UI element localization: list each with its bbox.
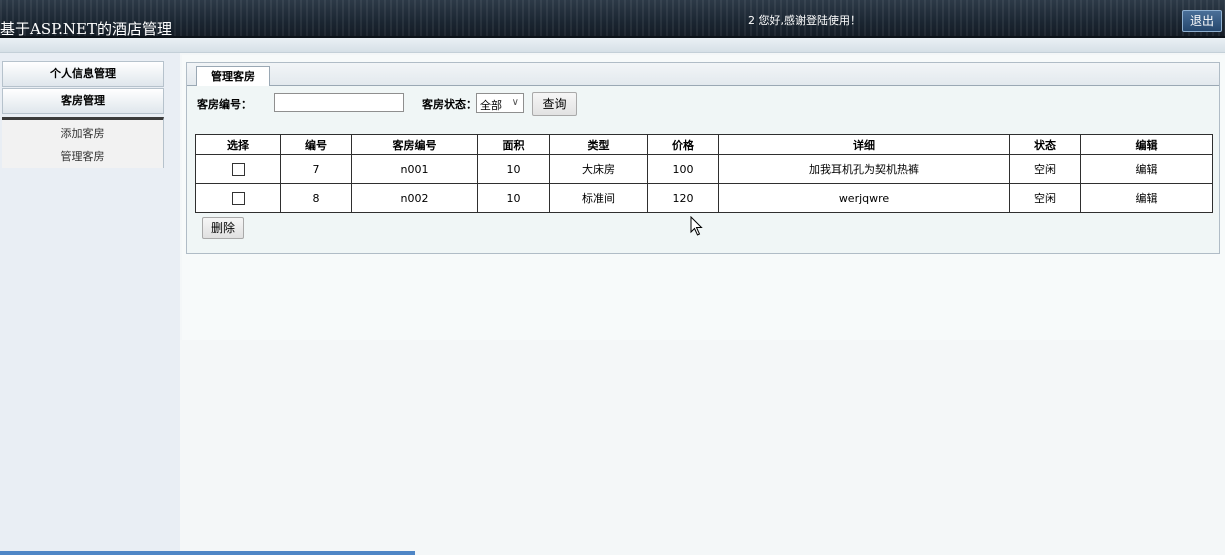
welcome-message: 2 您好,感谢登陆使用！ [748,14,861,27]
top-header: 基于ASP.NET的酒店管理 2 您好,感谢登陆使用！ 退出 [0,0,1225,38]
row-edit-link[interactable]: 编辑 [1080,154,1213,184]
row-id: 8 [280,183,352,213]
column-header-id: 编号 [280,134,352,155]
header-subbar [0,38,1225,53]
table-row: 7 n001 10 大床房 100 加我耳机孔为契机热裤 空闲 编辑 [195,154,1213,184]
row-checkbox[interactable] [231,162,245,176]
row-price: 100 [647,154,719,184]
row-area: 10 [477,154,550,184]
row-detail: werjqwre [718,183,1010,213]
row-area: 10 [477,183,550,213]
mouse-pointer-icon [690,216,703,236]
row-select-cell [195,183,281,213]
sidebar-section-personal-info[interactable]: 个人信息管理 [2,61,164,87]
column-header-price: 价格 [647,134,719,155]
sidebar-item-manage-rooms[interactable]: 管理客房 [2,148,163,164]
sidebar: 个人信息管理 客房管理 添加客房 管理客房 [0,53,180,555]
row-type: 大床房 [549,154,648,184]
column-header-select: 选择 [195,134,281,155]
column-header-detail: 详细 [718,134,1010,155]
room-status-select[interactable]: 全部 ∨ [476,93,524,113]
table-row: 8 n002 10 标准间 120 werjqwre 空闲 编辑 [195,183,1213,213]
column-header-status: 状态 [1009,134,1081,155]
row-price: 120 [647,183,719,213]
logout-button[interactable]: 退出 [1182,10,1222,32]
column-header-area: 面积 [477,134,550,155]
room-number-label: 客房编号： [197,98,252,111]
row-id: 7 [280,154,352,184]
row-checkbox[interactable] [231,191,245,205]
sidebar-submenu: 添加客房 管理客房 [2,117,164,168]
row-type: 标准间 [549,183,648,213]
sidebar-section-room-management[interactable]: 客房管理 [2,88,164,114]
column-header-type: 类型 [549,134,648,155]
row-room-number: n002 [351,183,478,213]
query-button[interactable]: 查询 [532,92,577,116]
row-status: 空闲 [1009,183,1081,213]
room-number-input[interactable] [274,93,404,112]
row-select-cell [195,154,281,184]
sidebar-item-add-room[interactable]: 添加客房 [2,125,163,141]
tab-strip: 管理客房 [187,63,1219,86]
room-status-label: 客房状态： [422,98,477,111]
row-edit-link[interactable]: 编辑 [1080,183,1213,213]
row-room-number: n001 [351,154,478,184]
column-header-room-number: 客房编号 [351,134,478,155]
delete-button[interactable]: 删除 [202,217,244,239]
bottom-progress-strip [0,551,415,555]
row-status: 空闲 [1009,154,1081,184]
tab-manage-rooms[interactable]: 管理客房 [196,66,270,86]
app-title: 基于ASP.NET的酒店管理 [0,20,173,38]
table-header-row: 选择 编号 客房编号 面积 类型 价格 详细 状态 编辑 [195,134,1213,155]
rooms-table: 选择 编号 客房编号 面积 类型 价格 详细 状态 编辑 7 n001 10 大… [195,134,1213,213]
column-header-edit: 编辑 [1080,134,1213,155]
chevron-down-icon: ∨ [511,97,519,108]
row-detail: 加我耳机孔为契机热裤 [718,154,1010,184]
room-status-selected-value: 全部 [480,99,502,112]
